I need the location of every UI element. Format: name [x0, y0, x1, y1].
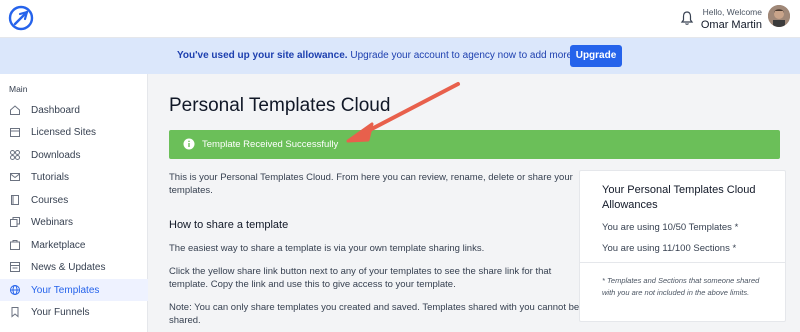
info-icon [183, 138, 195, 150]
top-bar: Hello, Welcome Omar Martin [0, 0, 800, 38]
sidebar-item-licensed-sites[interactable]: Licensed Sites [0, 121, 148, 143]
sidebar-item-label: Marketplace [31, 239, 86, 251]
templates-usage: You are using 10/50 Templates * [602, 222, 739, 233]
sidebar-item-downloads[interactable]: Downloads [0, 144, 148, 166]
bell-icon[interactable] [680, 10, 694, 26]
sharing-paragraph-2-line-1: Click the yellow share link button next … [169, 266, 552, 277]
sections-usage: You are using 11/100 Sections * [602, 243, 737, 254]
calendar-icon [10, 128, 20, 137]
upgrade-button[interactable]: Upgrade [570, 45, 622, 67]
site-allowance-banner: You've used up your site allowance. Upgr… [0, 38, 800, 74]
card-divider [580, 262, 785, 263]
book-icon [11, 195, 19, 205]
globe-icon [10, 285, 20, 295]
shop-icon [10, 240, 20, 250]
rocket-logo-icon[interactable] [8, 5, 34, 31]
avatar[interactable] [768, 5, 790, 27]
note-line-1: Note: You can only share templates you c… [169, 302, 580, 313]
sidebar-item-label: Licensed Sites [31, 126, 97, 138]
allowance-title: Your Personal Templates Cloud Allowances [602, 184, 756, 211]
news-icon [10, 262, 20, 272]
how-to-heading: How to share a template [169, 219, 289, 231]
sidebar-item-marketplace[interactable]: Marketplace [0, 234, 148, 256]
sidebar-item-label: Webinars [31, 216, 74, 228]
mail-icon [10, 173, 20, 181]
dashboard-icon [10, 105, 20, 115]
sidebar-item-your-templates[interactable]: Your Templates [0, 279, 148, 301]
sidebar-item-label: News & Updates [31, 261, 106, 273]
sidebar-heading: Main [9, 84, 28, 94]
sharing-paragraph-1: The easiest way to share a template is v… [169, 243, 485, 254]
banner-message-rest: Upgrade your account to agency now to ad… [347, 50, 599, 61]
sidebar-item-tutorials[interactable]: Tutorials [0, 166, 148, 188]
sidebar-item-news-updates[interactable]: News & Updates [0, 256, 148, 278]
grid-icon [10, 150, 20, 160]
banner-message-bold: You've used up your site allowance. [177, 50, 348, 61]
intro-line-2: templates. [169, 185, 213, 196]
sharing-paragraph-2-line-2: template. Copy the link and use this to … [169, 279, 456, 290]
sidebar-item-label: Dashboard [31, 104, 80, 116]
allowance-card: Your Personal Templates Cloud Allowances… [579, 170, 786, 322]
user-welcome[interactable]: Hello, Welcome Omar Martin [701, 7, 762, 32]
success-message: Template Received Successfully [202, 139, 339, 150]
greeting-text: Hello, Welcome [702, 7, 762, 17]
sidebar-item-label: Your Funnels [31, 306, 90, 318]
sidebar: Main Dashboard Licensed Sites Downloads … [0, 74, 148, 332]
sidebar-item-courses[interactable]: Courses [0, 189, 148, 211]
intro-line-1: This is your Personal Templates Cloud. F… [169, 172, 573, 183]
banner-message: You've used up your site allowance. Upgr… [177, 50, 598, 61]
sidebar-item-label: Courses [31, 194, 69, 206]
success-alert: Template Received Successfully [169, 130, 780, 159]
note-line-2: shared. [169, 315, 201, 326]
sidebar-item-label: Your Templates [31, 284, 100, 296]
bookmark-icon [11, 307, 19, 318]
user-name: Omar Martin [700, 19, 762, 31]
sidebar-item-label: Tutorials [31, 171, 69, 183]
page-title: Personal Templates Cloud [169, 95, 391, 116]
sidebar-item-label: Downloads [31, 149, 81, 161]
sidebar-item-webinars[interactable]: Webinars [0, 211, 148, 233]
sidebar-item-dashboard[interactable]: Dashboard [0, 99, 148, 121]
sidebar-item-your-funnels[interactable]: Your Funnels [0, 301, 148, 323]
copy-icon [10, 217, 20, 227]
allowance-footnote: * Templates and Sections that someone sh… [602, 276, 760, 297]
